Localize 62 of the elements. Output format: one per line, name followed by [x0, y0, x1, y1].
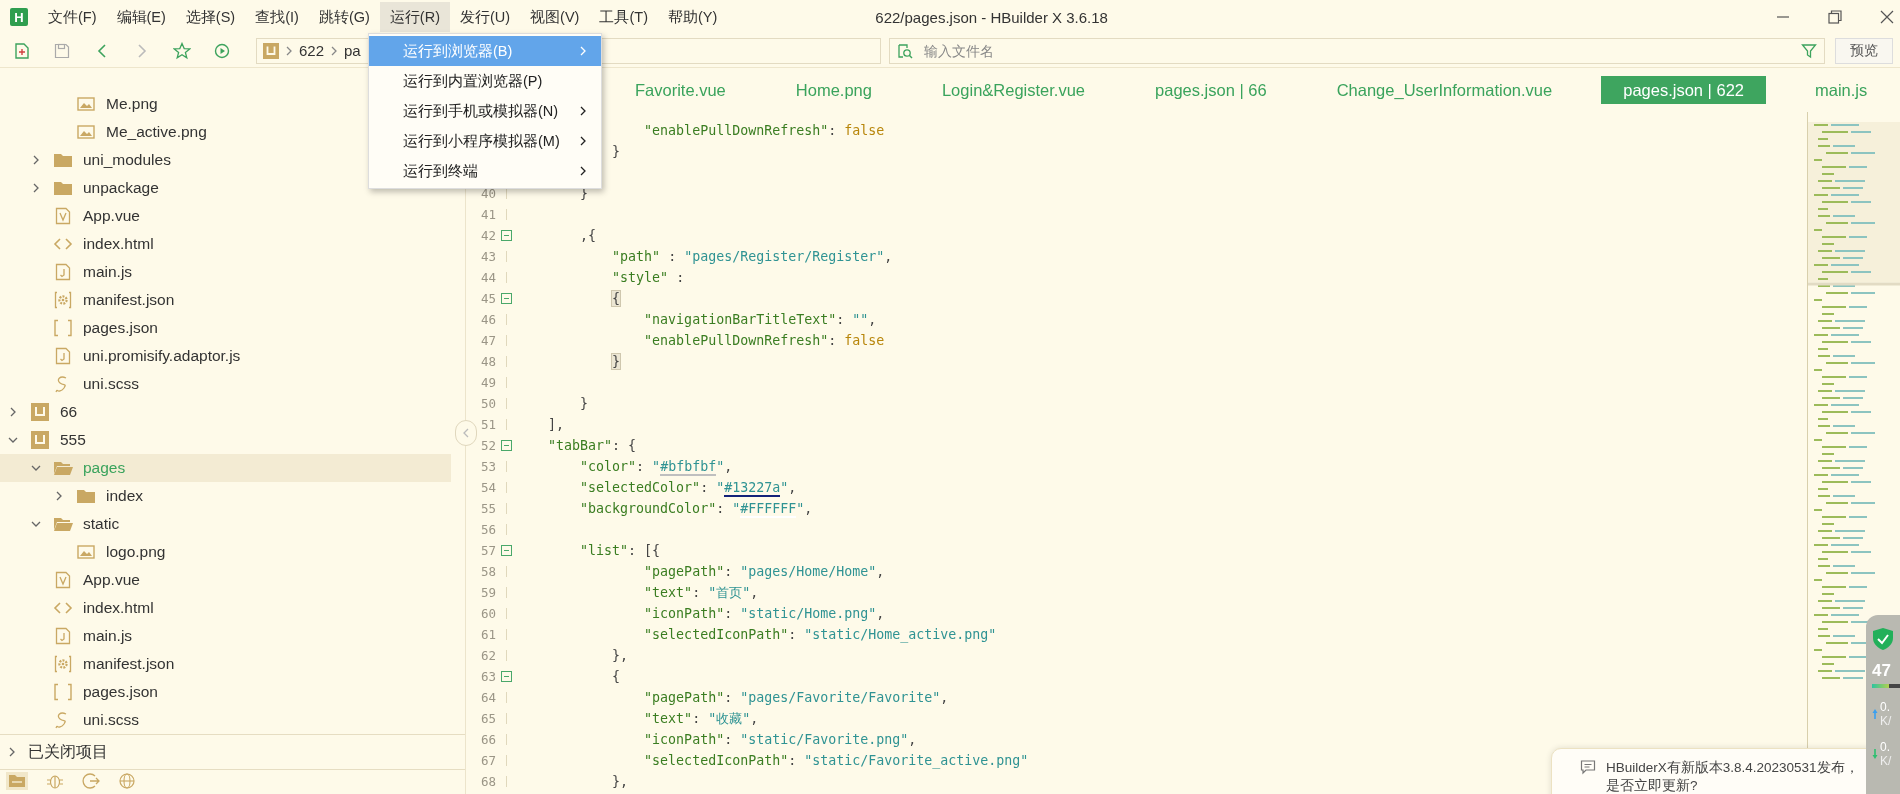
rate-value: 0.	[1880, 740, 1891, 754]
rate-unit: K/	[1880, 754, 1892, 768]
line-number: 47	[479, 333, 496, 348]
code-line: "path" : "pages/Register/Register",	[611, 249, 893, 264]
code-line: "iconPath": "static/Home.png",	[643, 606, 885, 621]
line-number: 55	[479, 501, 496, 516]
line-number: 57	[479, 543, 496, 558]
rate-unit: K/	[1880, 714, 1892, 728]
code-line: "navigationBarTitleText": "",	[643, 312, 877, 327]
code-line: "pagePath": "pages/Home/Home",	[643, 564, 885, 579]
line-number: 40	[479, 186, 496, 201]
line-number: 67	[479, 753, 496, 768]
app-logo: H	[10, 8, 28, 26]
line-number: 46	[479, 312, 496, 327]
code-line: "selectedIconPath": "static/Home_active.png"	[643, 627, 997, 642]
code-line: }	[611, 144, 621, 159]
line-number: 54	[479, 480, 496, 495]
code-line: ],	[547, 417, 565, 432]
update-notice-text: HBuilderX有新版本3.8.4.20230531发布，是否立即更新?	[1606, 759, 1860, 794]
code-line: "backgroundColor": "#FFFFFF",	[579, 501, 813, 516]
line-number: 56	[479, 522, 496, 537]
line-number: 64	[479, 690, 496, 705]
line-number: 61	[479, 627, 496, 642]
line-number: 66	[479, 732, 496, 747]
line-number: 41	[479, 207, 496, 222]
code-line: "enablePullDownRefresh": false	[643, 123, 885, 138]
line-number: 53	[479, 459, 496, 474]
code-line: }	[579, 396, 589, 411]
line-number: 50	[479, 396, 496, 411]
window-title: 622/pages.json - HBuilder X 3.6.18	[875, 8, 1108, 26]
code-line: "tabBar": {	[547, 438, 637, 453]
code-line: "pagePath": "pages/Favorite/Favorite",	[643, 690, 949, 705]
score-text: 47	[1872, 661, 1891, 681]
code-line: ,{	[579, 228, 597, 243]
code-line: },	[611, 648, 629, 663]
line-number: 44	[479, 270, 496, 285]
line-number: 45	[479, 291, 496, 306]
code-line: {	[611, 669, 621, 684]
line-number: 63	[479, 669, 496, 684]
code-line: "selectedColor": "#13227a",	[579, 480, 797, 495]
code-line: "list": [{	[579, 543, 661, 558]
line-number: 59	[479, 585, 496, 600]
line-number: 65	[479, 711, 496, 726]
line-number: 51	[479, 417, 496, 432]
line-number: 43	[479, 249, 496, 264]
line-number: 62	[479, 648, 496, 663]
code-line: "enablePullDownRefresh": false	[643, 333, 885, 348]
line-number: 58	[479, 564, 496, 579]
code-line: "selectedIconPath": "static/Favorite_active.png"	[643, 753, 1029, 768]
line-number: 52	[479, 438, 496, 453]
line-number: 49	[479, 375, 496, 390]
code-line: "text": "首页",	[643, 583, 759, 602]
code-line: "text": "收藏",	[643, 709, 759, 728]
rate-value: 0.	[1880, 700, 1891, 714]
code-line: "color": "#bfbfbf",	[579, 459, 733, 474]
code-line: "style" :	[611, 270, 685, 285]
code-line: "iconPath": "static/Favorite.png",	[643, 732, 917, 747]
line-number: 42	[479, 228, 496, 243]
code-line: },	[611, 774, 629, 789]
line-number: 68	[479, 774, 496, 789]
line-number: 48	[479, 354, 496, 369]
line-number: 60	[479, 606, 496, 621]
